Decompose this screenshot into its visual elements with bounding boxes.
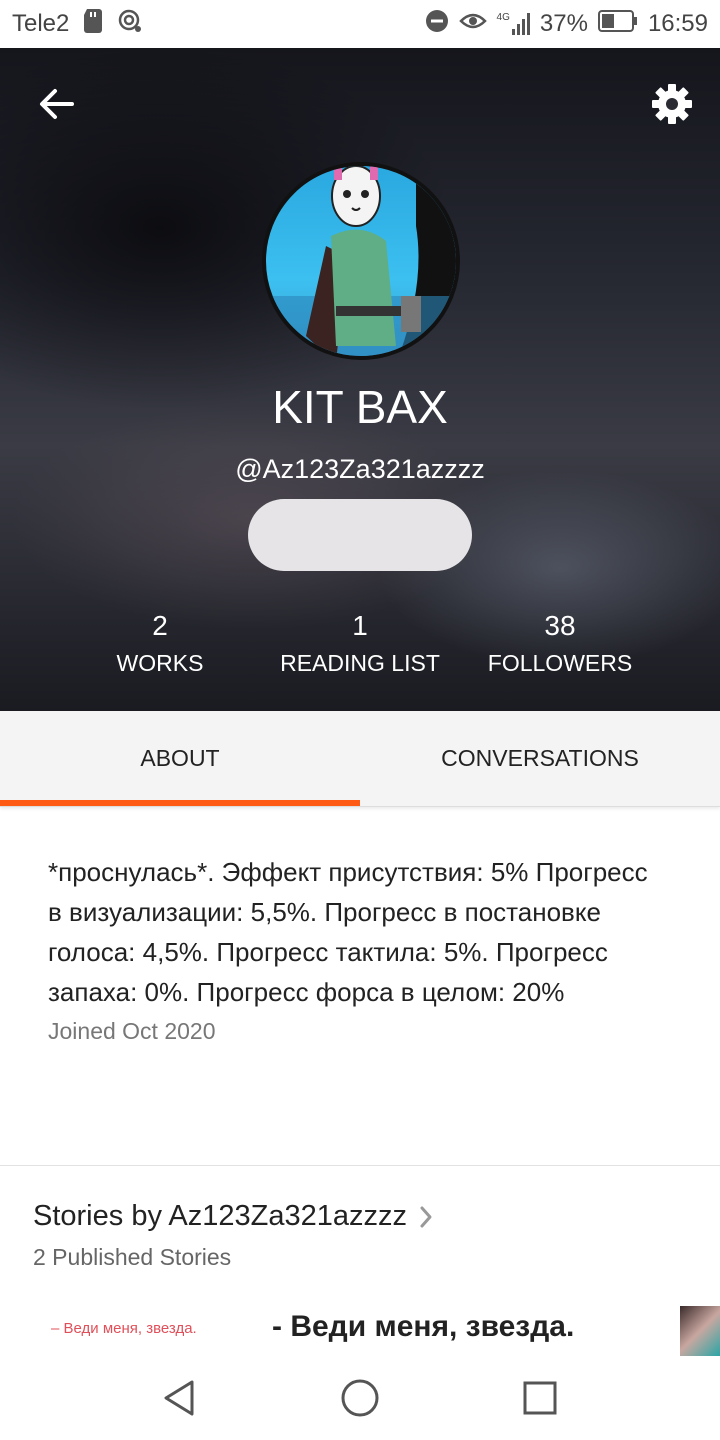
stories-header[interactable]: Stories by Az123Za321azzzz — [33, 1200, 433, 1233]
stat-label: WORKS — [116, 650, 204, 676]
circle-home-icon — [341, 1379, 379, 1417]
story-cover[interactable]: – Веди меня, звезда. — [33, 1306, 243, 1356]
tab-about[interactable]: ABOUT — [0, 711, 360, 806]
bio-text: *проснулась*. Эффект присутствия: 5% Про… — [48, 857, 648, 1007]
stat-followers[interactable]: 38 FOLLOWERS — [450, 606, 670, 680]
joined-date: Joined Oct 2020 — [48, 1018, 216, 1044]
sd-card-icon — [83, 8, 103, 40]
stat-value: 2 — [152, 610, 168, 641]
about-section: *проснулась*. Эффект присутствия: 5% Про… — [48, 852, 658, 1046]
profile-stats: 2 WORKS 1 READING LIST 38 FOLLOWERS — [0, 606, 720, 686]
carrier-label: Tele2 — [12, 10, 70, 37]
stories-title: Stories by Az123Za321azzzz — [33, 1200, 407, 1232]
gear-icon — [652, 84, 692, 124]
chevron-right-icon — [420, 1206, 432, 1227]
follow-button[interactable] — [248, 499, 472, 571]
arrow-back-icon — [40, 89, 74, 119]
stat-works[interactable]: 2 WORKS — [50, 606, 270, 680]
profile-header: KIT BAX @Az123Za321azzzz 2 WORKS 1 READI… — [0, 48, 720, 711]
clock: 16:59 — [647, 10, 708, 37]
divider — [0, 1165, 720, 1166]
profile-tabs: ABOUT CONVERSATIONS — [0, 711, 720, 807]
signal-icon: 4G — [497, 13, 530, 35]
square-recents-icon — [523, 1381, 557, 1415]
system-nav-bar — [0, 1356, 720, 1440]
story-title[interactable]: - Веди меня, звезда. — [272, 1310, 574, 1344]
stat-label: FOLLOWERS — [487, 650, 633, 676]
settings-button[interactable] — [650, 82, 694, 126]
stories-count: 2 Published Stories — [33, 1244, 232, 1270]
nav-recents-button[interactable] — [518, 1376, 562, 1420]
do-not-disturb-icon — [425, 9, 449, 40]
tab-conversations[interactable]: CONVERSATIONS — [360, 711, 720, 806]
profile-handle: @Az123Za321azzzz — [235, 454, 485, 484]
triangle-back-icon — [164, 1380, 194, 1416]
avatar[interactable] — [262, 162, 460, 360]
stat-reading-list[interactable]: 1 READING LIST — [250, 606, 470, 680]
battery-percent: 37% — [539, 10, 588, 37]
status-bar: Tele2 4G 37% 16:59 — [0, 0, 720, 48]
stat-value: 1 — [352, 610, 368, 641]
nav-home-button[interactable] — [338, 1376, 382, 1420]
story-cover-text: – Веди меня, звезда. — [51, 1320, 197, 1337]
avatar-illustration — [266, 166, 456, 356]
eye-comfort-icon — [458, 10, 487, 38]
story-thumbnail[interactable] — [680, 1306, 720, 1356]
stat-value: 38 — [544, 610, 576, 641]
profile-name: KIT BAX — [272, 381, 448, 433]
network-type-label: 4G — [496, 12, 510, 23]
back-button[interactable] — [30, 78, 82, 130]
hotspot-icon — [117, 8, 143, 41]
nav-back-button[interactable] — [158, 1376, 202, 1420]
stat-label: READING LIST — [280, 650, 440, 676]
battery-icon — [597, 9, 638, 39]
